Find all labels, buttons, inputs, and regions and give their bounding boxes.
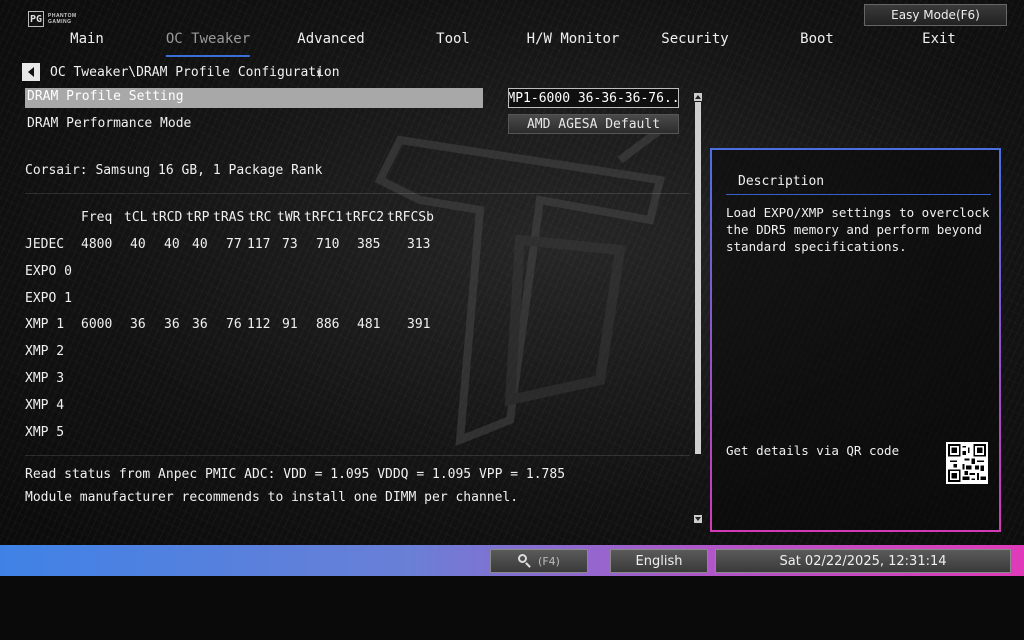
divider	[25, 455, 690, 456]
search-button[interactable]: (F4)	[490, 549, 588, 573]
language-button[interactable]: English	[610, 549, 708, 573]
timing-cell: 112	[247, 317, 271, 332]
tab-main[interactable]: Main	[70, 31, 104, 53]
timing-row-name: XMP 4	[25, 398, 65, 413]
timing-header: tRFC1	[304, 210, 344, 225]
timing-cell: 36	[192, 317, 208, 332]
breadcrumb-path: OC Tweaker\DRAM Profile Configuration	[50, 64, 340, 80]
timing-cell: 6000	[81, 317, 113, 332]
tab-tool[interactable]: Tool	[436, 31, 470, 53]
dram-profile-setting-value[interactable]: XMP1-6000 36-36-36-76...	[508, 88, 679, 108]
timing-cell: 40	[130, 237, 146, 252]
timing-cell: 481	[357, 317, 381, 332]
divider	[25, 193, 690, 194]
timing-cell: 36	[130, 317, 146, 332]
timing-cell: 391	[407, 317, 431, 332]
tab-exit[interactable]: Exit	[922, 31, 956, 53]
search-hotkey: (F4)	[538, 554, 560, 568]
timing-row-name: JEDEC	[25, 237, 65, 252]
tab-oc-tweaker[interactable]: OC Tweaker	[165, 31, 251, 57]
scroll-up-icon[interactable]	[694, 93, 702, 101]
timing-header: Freq	[81, 210, 113, 225]
timing-cell: 886	[316, 317, 340, 332]
breadcrumb: OC Tweaker\DRAM Profile Configuration	[22, 62, 340, 82]
logo-mark-icon: PG	[28, 11, 44, 27]
timing-cell: 313	[407, 237, 431, 252]
datetime-display[interactable]: Sat 02/22/2025, 12:31:14	[715, 549, 1011, 573]
logo-text-line2: GAMING	[48, 19, 72, 25]
timing-cell: 76	[226, 317, 242, 332]
timing-row-name: XMP 1	[25, 317, 65, 332]
module-info: Corsair: Samsung 16 GB, 1 Package Rank	[25, 163, 323, 178]
timing-row-name: XMP 2	[25, 344, 65, 359]
tab-advanced[interactable]: Advanced	[297, 31, 364, 53]
timing-cell: 36	[164, 317, 180, 332]
dram-performance-mode-label[interactable]: DRAM Performance Mode	[27, 116, 191, 131]
timing-cell: 40	[192, 237, 208, 252]
dram-performance-mode-value[interactable]: AMD AGESA Default	[508, 114, 679, 134]
description-panel: Description Load EXPO/XMP settings to ov…	[710, 148, 1001, 532]
timing-cell: 40	[164, 237, 180, 252]
tab-hw-monitor[interactable]: H/W Monitor	[527, 31, 620, 53]
timing-cell: 77	[226, 237, 242, 252]
timing-cell: 117	[247, 237, 271, 252]
tab-security[interactable]: Security	[661, 31, 728, 53]
status-bar: (F4) English Sat 02/22/2025, 12:31:14	[0, 545, 1024, 576]
qr-code-icon	[946, 442, 988, 484]
dram-profile-setting-label[interactable]: DRAM Profile Setting	[27, 89, 184, 104]
main-nav: Main OC Tweaker Advanced Tool H/W Monito…	[0, 31, 1024, 57]
timing-cell: 91	[282, 317, 298, 332]
timing-header: tWR	[277, 210, 301, 225]
timing-header: tRP	[186, 210, 210, 225]
qr-label: Get details via QR code	[726, 443, 900, 458]
description-title: Description	[738, 174, 825, 189]
timing-row-name: XMP 5	[25, 425, 65, 440]
scroll-thumb[interactable]	[695, 102, 701, 454]
timing-cell: 73	[282, 237, 298, 252]
scroll-down-icon[interactable]	[694, 515, 702, 523]
phantom-gaming-watermark-icon	[374, 126, 665, 447]
timing-row-name: EXPO 1	[25, 291, 72, 306]
search-icon	[518, 554, 532, 568]
timing-row-name: EXPO 0	[25, 264, 72, 279]
description-text: Load EXPO/XMP settings to overclock the …	[726, 205, 990, 254]
timing-header: tCL	[124, 210, 148, 225]
timing-header: tRC	[248, 210, 272, 225]
timing-cell: 4800	[81, 237, 113, 252]
easy-mode-button[interactable]: Easy Mode(F6)	[864, 4, 1007, 26]
timing-cell: 710	[316, 237, 340, 252]
timing-cell: 385	[357, 237, 381, 252]
tab-boot[interactable]: Boot	[800, 31, 834, 53]
back-arrow-icon[interactable]	[22, 63, 40, 81]
scrollbar[interactable]	[694, 93, 702, 523]
timing-header: tRFCSb	[387, 210, 434, 225]
phantom-gaming-logo: PG PHANTOM GAMING	[28, 10, 77, 28]
timing-row-name: XMP 3	[25, 371, 65, 386]
pmic-status-line: Read status from Anpec PMIC ADC: VDD = 1…	[25, 467, 566, 482]
timing-header: tRFC2	[345, 210, 385, 225]
timing-header: tRCD	[151, 210, 183, 225]
dimm-recommendation-line: Module manufacturer recommends to instal…	[25, 490, 519, 505]
timing-header: tRAS	[213, 210, 245, 225]
description-divider	[726, 194, 991, 195]
